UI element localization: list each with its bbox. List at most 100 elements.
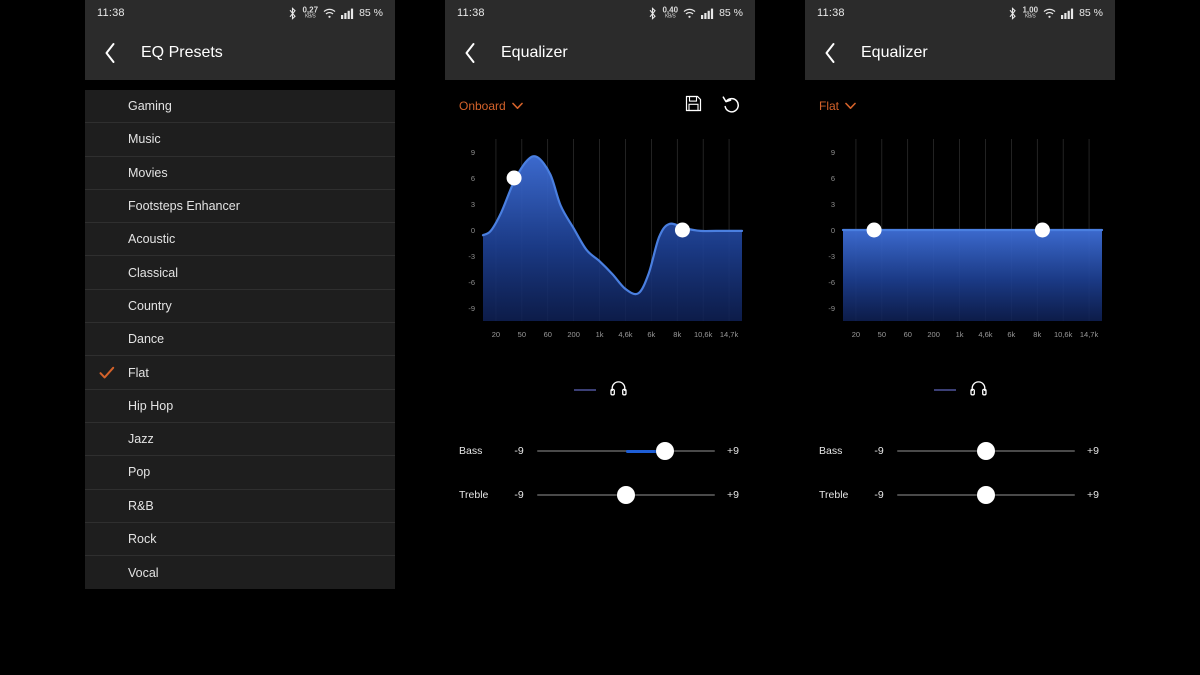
preset-row[interactable]: Gaming [85, 90, 395, 124]
graph-x-axis-labels: 20 50 60 200 1k 4,6k 6k 8k 10,6k 14,7k [852, 330, 1099, 339]
preset-row[interactable]: Vocal [85, 556, 395, 589]
graph-y-axis-labels: 9 6 3 0 -3 -6 -9 [468, 148, 475, 313]
svg-text:20: 20 [852, 330, 860, 339]
preset-selector-dropdown[interactable]: Onboard [459, 99, 523, 113]
eq-toolbar: Onboard [445, 87, 755, 125]
eq-curve-graph[interactable]: 9 6 3 0 -3 -6 -9 20 50 60 200 1k 4,6k 6k 8k 10,6k 14,7k [805, 125, 1115, 375]
eq-curve-legend-line [573, 389, 596, 391]
data-rate-indicator: 0,27 KB/S [302, 5, 319, 19]
eq-band-handle[interactable] [506, 170, 522, 186]
back-chevron-icon[interactable] [101, 40, 119, 66]
status-icons: 0,27 KB/S 85 % [288, 5, 383, 20]
slider-thumb[interactable] [617, 486, 635, 504]
bluetooth-icon [1008, 6, 1017, 20]
svg-text:8k: 8k [673, 330, 681, 339]
slider-min-label: -9 [514, 489, 524, 501]
slider-thumb[interactable] [977, 486, 995, 504]
cellular-signal-icon [341, 8, 354, 19]
cellular-signal-icon [701, 8, 714, 19]
svg-text:9: 9 [831, 148, 835, 157]
slider-label: Bass [459, 445, 483, 457]
svg-text:200: 200 [927, 330, 940, 339]
svg-text:-6: -6 [468, 278, 475, 287]
slider-thumb[interactable] [977, 442, 995, 460]
preset-row[interactable]: Rock [85, 523, 395, 557]
status-bar: 11:38 0,27 KB/S 85 % [85, 0, 395, 26]
slider-thumb[interactable] [656, 442, 675, 460]
svg-text:6: 6 [831, 174, 835, 183]
svg-text:200: 200 [567, 330, 580, 339]
slider-track[interactable] [537, 486, 715, 504]
preset-label: Footsteps Enhancer [128, 199, 240, 214]
battery-percent: 85 % [719, 7, 743, 19]
slider-min-label: -9 [514, 445, 524, 457]
svg-text:-3: -3 [468, 252, 475, 261]
slider-row: Bass -9 +9 [455, 429, 745, 473]
preset-selector-dropdown[interactable]: Flat [819, 99, 856, 113]
preset-selector-label: Flat [819, 99, 840, 113]
preset-row[interactable]: Acoustic [85, 223, 395, 257]
slider-label: Treble [459, 489, 489, 501]
reset-undo-icon[interactable] [722, 95, 741, 118]
back-chevron-icon[interactable] [461, 40, 479, 66]
slider-row: Bass -9 +9 [815, 429, 1105, 473]
preset-row[interactable]: Footsteps Enhancer [85, 190, 395, 224]
slider-label: Treble [819, 489, 849, 501]
status-clock: 11:38 [97, 7, 125, 19]
status-clock: 11:38 [817, 7, 845, 19]
eq-band-handle[interactable] [866, 222, 882, 238]
eq-curve-graph[interactable]: 9 6 3 0 -3 -6 -9 20 50 60 200 1k 4,6k 6k 8k 10,6k 14,7k [445, 125, 755, 375]
eq-curve-legend-line [933, 389, 956, 391]
svg-text:4,6k: 4,6k [618, 330, 632, 339]
svg-text:-9: -9 [468, 304, 475, 313]
back-chevron-icon[interactable] [821, 40, 839, 66]
preset-row[interactable]: Movies [85, 157, 395, 190]
svg-text:0: 0 [471, 226, 475, 235]
preset-label: Flat [128, 365, 149, 380]
preset-label: Vocal [128, 565, 159, 580]
chevron-down-icon [845, 102, 856, 110]
tone-sliders: Bass -9 +9 Treble -9 +9 [445, 429, 755, 517]
slider-track[interactable] [897, 442, 1075, 460]
eq-toolbar-actions [685, 95, 741, 118]
preset-row[interactable]: R&B [85, 490, 395, 523]
svg-text:20: 20 [492, 330, 500, 339]
battery-percent: 85 % [359, 7, 383, 19]
preset-row[interactable]: Country [85, 290, 395, 324]
svg-text:6: 6 [471, 174, 475, 183]
phone-panel-equalizer-flat: 11:38 1,00 KB/S 85 % Equalizer Flat 9 6 … [805, 0, 1115, 600]
eq-band-handle[interactable] [674, 222, 690, 238]
preset-row[interactable]: Classical [85, 256, 395, 290]
preset-row[interactable]: Dance [85, 323, 395, 357]
svg-text:9: 9 [471, 148, 475, 157]
preset-label: Hip Hop [128, 398, 174, 413]
status-clock: 11:38 [457, 7, 485, 19]
app-bar: Equalizer [445, 26, 755, 80]
eq-curve-fill [843, 230, 1102, 321]
battery-percent: 85 % [1079, 7, 1103, 19]
bluetooth-icon [648, 6, 657, 20]
svg-text:8k: 8k [1033, 330, 1041, 339]
svg-text:14,7k: 14,7k [720, 330, 739, 339]
slider-max-label: +9 [1087, 489, 1099, 501]
preset-label: Classical [128, 265, 179, 280]
svg-text:3: 3 [831, 200, 835, 209]
preset-row[interactable]: Pop [85, 456, 395, 490]
slider-track[interactable] [897, 486, 1075, 504]
svg-text:4,6k: 4,6k [978, 330, 992, 339]
preset-label: Music [128, 132, 161, 147]
checkmark-icon [85, 366, 128, 380]
slider-track[interactable] [537, 442, 715, 460]
preset-row[interactable]: Jazz [85, 423, 395, 457]
headphone-icon [609, 380, 627, 401]
save-floppy-icon[interactable] [685, 95, 702, 117]
preset-row[interactable]: Flat [85, 356, 395, 390]
headphone-icon [969, 380, 987, 401]
preset-label: Rock [128, 532, 157, 546]
eq-band-handle[interactable] [1034, 222, 1050, 238]
preset-label: Dance [128, 332, 165, 347]
preset-row[interactable]: Music [85, 123, 395, 157]
preset-row[interactable]: Hip Hop [85, 390, 395, 423]
slider-max-label: +9 [727, 445, 739, 457]
slider-min-label: -9 [874, 445, 884, 457]
